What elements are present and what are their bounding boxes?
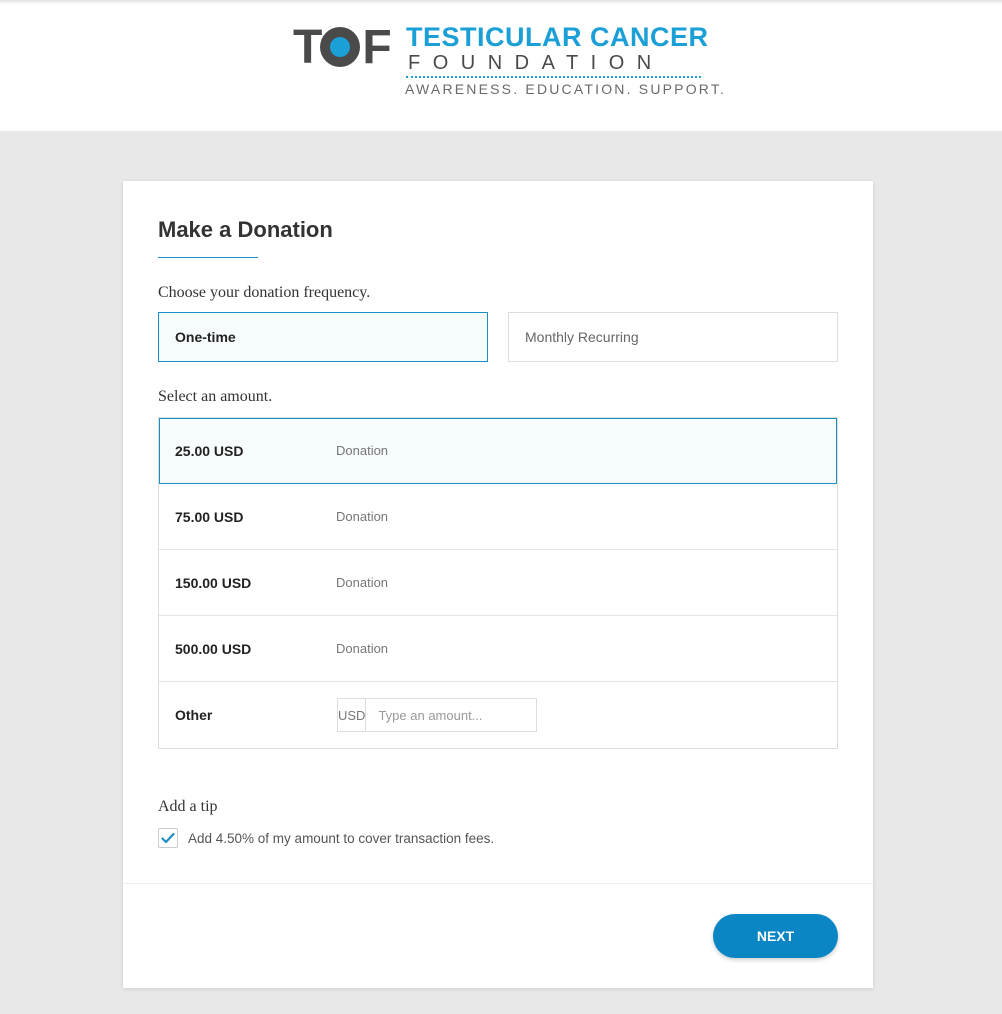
tip-option: Add 4.50% of my amount to cover transact…: [158, 828, 494, 848]
other-amount-group: USD: [337, 698, 555, 732]
amount-type: Donation: [336, 575, 389, 590]
logo-tagline: AWARENESS. EDUCATION. SUPPORT.: [405, 81, 727, 97]
amount-list: 25.00 USD Donation 75.00 USD Donation 15…: [158, 417, 838, 749]
site-header: TF TESTICULAR CANCER FOUNDATION AWARENES…: [0, 0, 1002, 131]
tcf-logo[interactable]: TF TESTICULAR CANCER FOUNDATION AWARENES…: [293, 22, 724, 102]
logo-circle-icon: [320, 27, 361, 67]
logo-mark: TF: [293, 24, 392, 72]
amount-option-150[interactable]: 150.00 USD Donation: [159, 550, 837, 616]
logo-org-name: TESTICULAR CANCER: [406, 22, 709, 52]
other-amount-input[interactable]: [366, 699, 555, 731]
amount-label: Select an amount.: [158, 388, 273, 405]
other-label: Other: [175, 707, 213, 723]
logo-mark-f: F: [362, 21, 391, 74]
amount-option-75[interactable]: 75.00 USD Donation: [159, 484, 837, 550]
tip-checkbox[interactable]: [158, 828, 178, 848]
tip-text: Add 4.50% of my amount to cover transact…: [188, 830, 495, 846]
amount-option-25[interactable]: 25.00 USD Donation: [159, 418, 837, 484]
next-button[interactable]: NEXT: [713, 914, 838, 958]
logo-org-sub: FOUNDATION: [408, 52, 664, 74]
tip-label: Add a tip: [158, 798, 218, 815]
amount-type: Donation: [336, 641, 389, 656]
logo-dotted-rule: [406, 76, 701, 78]
donation-card: Make a Donation Choose your donation fre…: [123, 181, 873, 988]
title-underline: [158, 257, 258, 258]
frequency-monthly-recurring[interactable]: Monthly Recurring: [508, 312, 838, 362]
amount-type: Donation: [336, 509, 389, 524]
frequency-one-time[interactable]: One-time: [158, 312, 488, 362]
footer-divider: [123, 883, 873, 884]
frequency-label: Choose your donation frequency.: [158, 284, 371, 301]
amount-option-other[interactable]: Other USD: [159, 682, 837, 748]
page-title: Make a Donation: [158, 217, 333, 242]
amount-option-500[interactable]: 500.00 USD Donation: [159, 616, 837, 682]
logo-mark-t: T: [293, 21, 322, 74]
other-currency: USD: [338, 699, 367, 731]
check-icon: [161, 832, 175, 844]
amount-value: 25.00 USD: [175, 442, 244, 459]
amount-type: Donation: [336, 443, 389, 458]
amount-value: 500.00 USD: [175, 640, 252, 657]
amount-value: 150.00 USD: [175, 574, 252, 591]
amount-value: 75.00 USD: [175, 508, 244, 525]
